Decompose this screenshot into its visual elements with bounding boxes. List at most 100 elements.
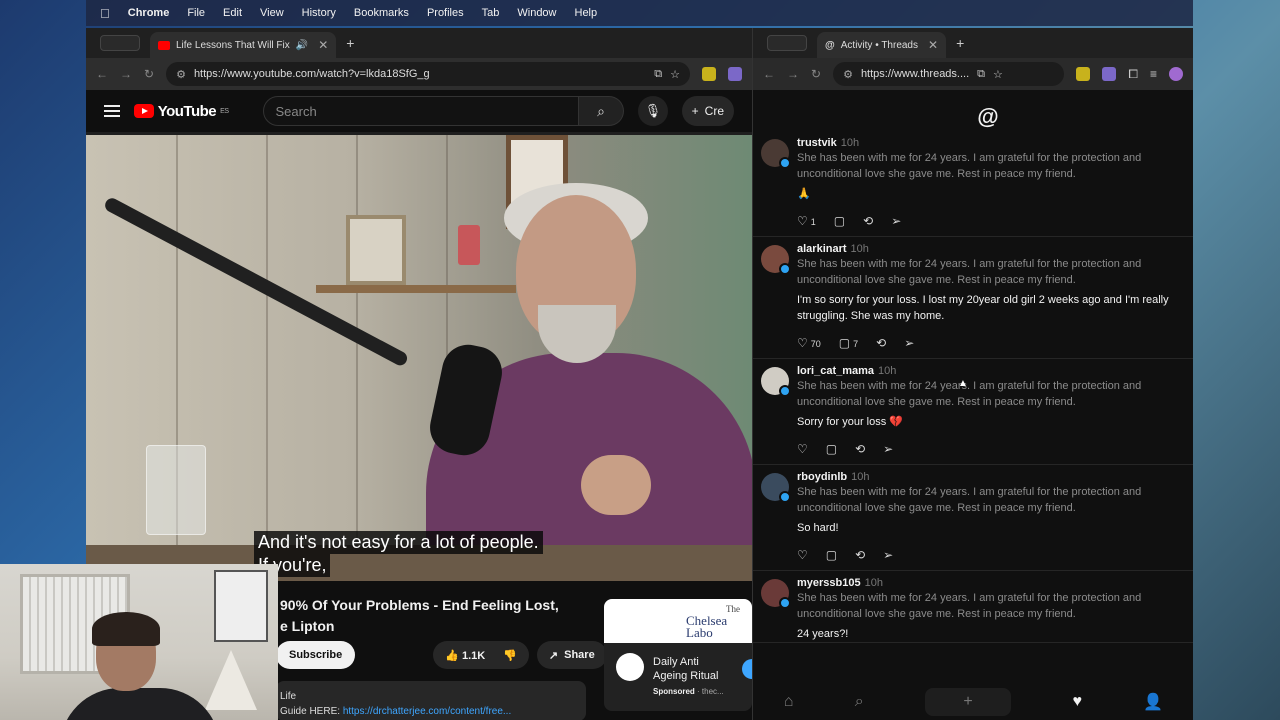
menu-profiles[interactable]: Profiles (427, 7, 464, 19)
like-button[interactable]: ♡ 70 (797, 336, 821, 350)
repost-icon[interactable]: ⟲ (855, 548, 865, 562)
extension-icon[interactable] (702, 67, 716, 81)
video-description[interactable]: Life Guide HERE: https://drchatterjee.co… (276, 681, 586, 720)
repost-icon[interactable]: ⟲ (863, 214, 873, 228)
audio-icon[interactable]: 🔊 (296, 40, 308, 51)
search-input[interactable]: Search (262, 96, 579, 126)
menu-window[interactable]: Window (517, 7, 556, 19)
activity-item[interactable]: myerssb105 10h She has been with me for 2… (753, 571, 1193, 643)
new-tab-icon[interactable]: + (956, 35, 964, 51)
comment-icon[interactable]: ▢ (834, 214, 845, 228)
activity-item[interactable]: alarkinart 10h She has been with me for 2… (753, 237, 1193, 359)
menu-bookmarks[interactable]: Bookmarks (354, 7, 409, 19)
username[interactable]: myerssb105 (797, 577, 861, 589)
back-icon[interactable]: ← (96, 67, 108, 81)
profile-icon[interactable]: 👤 (1143, 692, 1163, 712)
comment-icon[interactable]: ▢ (826, 442, 837, 456)
menu-tab[interactable]: Tab (482, 7, 500, 19)
heart-icon[interactable]: ♡ (797, 548, 808, 562)
menu-app-name[interactable]: Chrome (128, 7, 170, 19)
back-icon[interactable]: ← (763, 67, 775, 81)
subscribe-button[interactable]: Subscribe (276, 641, 356, 669)
menu-file[interactable]: File (187, 7, 205, 19)
avatar[interactable] (761, 245, 791, 275)
tab-group-icon[interactable] (100, 35, 140, 51)
verified-badge-icon (779, 597, 791, 609)
tab-group-icon[interactable] (767, 35, 807, 51)
ad-cta-icon[interactable] (742, 659, 752, 679)
tab-youtube[interactable]: Life Lessons That Will Fix 🔊 ✕ (150, 32, 337, 58)
new-tab-icon[interactable]: + (346, 35, 354, 51)
extension-icon[interactable] (1076, 67, 1091, 81)
heart-icon[interactable]: ♡ (797, 442, 808, 456)
apple-menu-icon[interactable]:  (100, 6, 110, 21)
menu-edit[interactable]: Edit (223, 7, 242, 19)
share-icon[interactable]: ➢ (904, 336, 914, 350)
search-icon[interactable]: ⌕ (855, 693, 864, 711)
avatar[interactable] (761, 367, 791, 397)
activity-item[interactable]: trustvik 10h She has been with me for 24 … (753, 131, 1193, 237)
activity-item[interactable]: lori_cat_mama 10h She has been with me fo… (753, 359, 1193, 465)
comment-icon[interactable]: ▢ (826, 548, 837, 562)
mouse-cursor-icon: ▲ (958, 378, 968, 389)
menu-view[interactable]: View (260, 7, 284, 19)
share-icon[interactable]: ➢ (883, 442, 893, 456)
menu-history[interactable]: History (302, 7, 336, 19)
bottom-nav: ⌂ ⌕ + ♥ 👤 (753, 684, 1193, 720)
puzzle-extensions-icon[interactable]: ⧠ (1128, 67, 1138, 82)
close-tab-icon[interactable]: ✕ (928, 38, 938, 52)
forward-icon[interactable]: → (120, 67, 132, 81)
comment-button[interactable]: ▢ 7 (839, 336, 858, 350)
username[interactable]: alarkinart (797, 243, 847, 255)
bookmark-star-icon[interactable]: ☆ (670, 68, 680, 81)
home-icon[interactable]: ⌂ (784, 693, 794, 711)
forward-icon[interactable]: → (787, 67, 799, 81)
like-button[interactable]: 👍 1.1K (445, 649, 485, 662)
activity-item[interactable]: rboydinlb 10h She has been with me for 24… (753, 465, 1193, 571)
repost-icon[interactable]: ⟲ (876, 336, 886, 350)
search-button[interactable]: ⌕ (578, 96, 625, 126)
site-info-icon[interactable]: ⚙ (176, 68, 186, 81)
username[interactable]: trustvik (797, 137, 837, 149)
sponsored-ad[interactable]: The Chelsea Labo Daily Anti Ageing Ritua… (604, 599, 752, 711)
username[interactable]: lori_cat_mama (797, 365, 874, 377)
share-icon[interactable]: ➢ (883, 548, 893, 562)
youtube-logo[interactable]: YouTube ES (133, 103, 229, 120)
new-post-button[interactable]: + (925, 688, 1012, 716)
create-button[interactable]: + Cre (681, 96, 734, 126)
reload-icon[interactable]: ↻ (144, 67, 154, 81)
install-app-icon[interactable]: ⧉ (654, 68, 662, 81)
share-icon[interactable]: ➢ (891, 214, 901, 228)
share-button[interactable]: ↗ Share (536, 641, 607, 669)
reading-list-icon[interactable]: ≡ (1150, 67, 1157, 81)
browser-toolbar: ← → ↻ ⚙ https://www.youtube.com/watch?v=… (86, 58, 752, 90)
profile-avatar-icon[interactable] (1169, 67, 1183, 81)
extension-icon-2[interactable] (728, 67, 742, 81)
like-dislike-button[interactable]: 👍 1.1K 👎 (433, 641, 529, 669)
install-app-icon[interactable]: ⧉ (977, 68, 985, 81)
voice-search-button[interactable]: 🎙 (638, 96, 668, 126)
site-info-icon[interactable]: ⚙ (843, 68, 853, 81)
youtube-play-icon (133, 104, 154, 118)
address-bar[interactable]: ⚙ https://www.youtube.com/watch?v=lkda18… (166, 62, 690, 86)
close-tab-icon[interactable]: ✕ (318, 38, 328, 52)
menu-icon[interactable] (104, 105, 120, 117)
description-link[interactable]: https://drchatterjee.com/content/free... (343, 706, 511, 717)
threads-logo-icon[interactable]: @ (977, 105, 999, 129)
video-player[interactable]: And it's not easy for a lot of people. I… (86, 135, 752, 581)
thumbs-down-icon[interactable]: 👎 (503, 649, 517, 662)
extension-icon-2[interactable] (1102, 67, 1117, 81)
bookmark-star-icon[interactable]: ☆ (993, 68, 1003, 81)
activity-heart-icon[interactable]: ♥ (1072, 693, 1082, 711)
address-bar[interactable]: ⚙ https://www.threads.... ⧉ ☆ (833, 62, 1065, 86)
username[interactable]: rboydinlb (797, 471, 847, 483)
tab-threads[interactable]: @ Activity • Threads ✕ (817, 32, 947, 58)
reload-icon[interactable]: ↻ (811, 67, 821, 81)
repost-icon[interactable]: ⟲ (855, 442, 865, 456)
menu-help[interactable]: Help (575, 7, 598, 19)
like-button[interactable]: ♡ 1 (797, 214, 816, 228)
avatar[interactable] (761, 579, 791, 609)
water-glass (146, 445, 206, 535)
avatar[interactable] (761, 139, 791, 169)
avatar[interactable] (761, 473, 791, 503)
